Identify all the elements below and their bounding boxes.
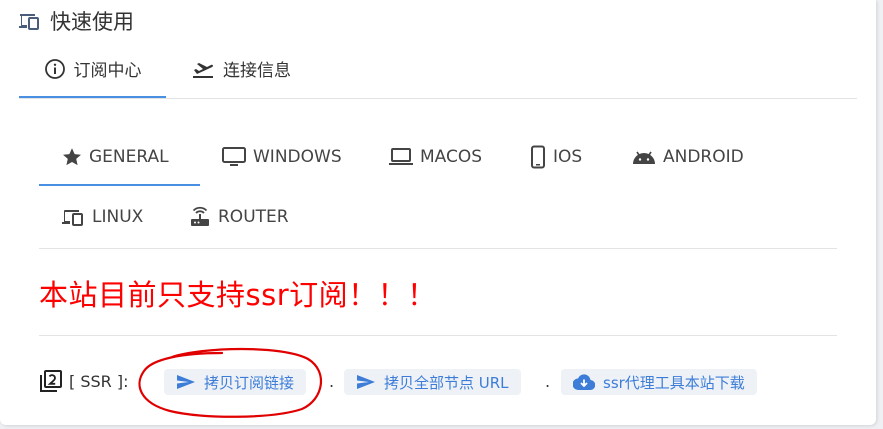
os-tab-router[interactable]: ROUTER: [188, 188, 289, 246]
os-tab-label: IOS: [553, 147, 583, 167]
os-tab-linux[interactable]: LINUX: [60, 188, 143, 246]
devices-icon: [18, 10, 44, 32]
separator: .: [329, 372, 335, 391]
cloud-download-icon: [573, 374, 595, 391]
ssr-only-notice: 本站目前只支持ssr订阅！！！: [39, 278, 437, 312]
monitor-icon: [222, 147, 246, 166]
os-tab-android[interactable]: ANDROID: [631, 128, 744, 186]
os-tab-windows[interactable]: WINDOWS: [221, 128, 342, 186]
tab-subscription-center[interactable]: 订阅中心: [19, 40, 166, 98]
quick-use-card: 快速使用 订阅中心 连接信息 GENERAL WINDOWS MACOS IOS…: [0, 0, 876, 425]
star-icon: [63, 148, 81, 166]
button-label: ssr代理工具本站下载: [603, 373, 745, 392]
phone-icon: [531, 145, 545, 169]
separator: .: [545, 372, 551, 391]
card-title: 快速使用: [18, 6, 134, 36]
download-ssr-tool-button[interactable]: ssr代理工具本站下载: [561, 369, 757, 395]
os-tab-label: ANDROID: [663, 147, 744, 167]
divider: [39, 335, 837, 336]
tab-label: 订阅中心: [73, 61, 142, 81]
info-icon: [44, 58, 65, 79]
tab-label: 连接信息: [223, 61, 291, 81]
os-tab-ios[interactable]: IOS: [529, 128, 582, 186]
button-label: 拷贝订阅链接: [204, 373, 295, 392]
card-title-text: 快速使用: [50, 10, 134, 34]
ssr-label: [ SSR ]:: [69, 371, 129, 391]
os-tab-general[interactable]: GENERAL: [39, 128, 200, 186]
os-tab-label: WINDOWS: [253, 147, 342, 167]
button-label: 拷贝全部节点 URL: [384, 373, 509, 392]
os-tab-label: MACOS: [420, 147, 483, 167]
os-tab-label: LINUX: [92, 207, 144, 227]
os-tabs: GENERAL WINDOWS MACOS IOS ANDROID LINUX …: [39, 128, 837, 249]
os-tab-label: GENERAL: [89, 147, 169, 167]
router-icon: [191, 206, 209, 226]
filter-2-icon: [40, 370, 62, 392]
devices-icon: [62, 210, 83, 226]
tab-connection-info[interactable]: 连接信息: [185, 40, 297, 97]
ssr-label-row: [ SSR ]:: [39, 366, 128, 396]
os-tab-macos[interactable]: MACOS: [388, 128, 482, 186]
laptop-icon: [389, 148, 413, 165]
send-icon: [357, 375, 375, 389]
copy-subscription-link-button[interactable]: 拷贝订阅链接: [164, 369, 307, 395]
os-tab-label: ROUTER: [218, 207, 289, 227]
android-icon: [633, 151, 655, 164]
copy-all-nodes-url-button[interactable]: 拷贝全部节点 URL: [344, 369, 521, 395]
top-tabs: 订阅中心 连接信息: [19, 40, 857, 99]
send-icon: [177, 375, 195, 389]
flight-takeoff-icon: [193, 62, 213, 78]
